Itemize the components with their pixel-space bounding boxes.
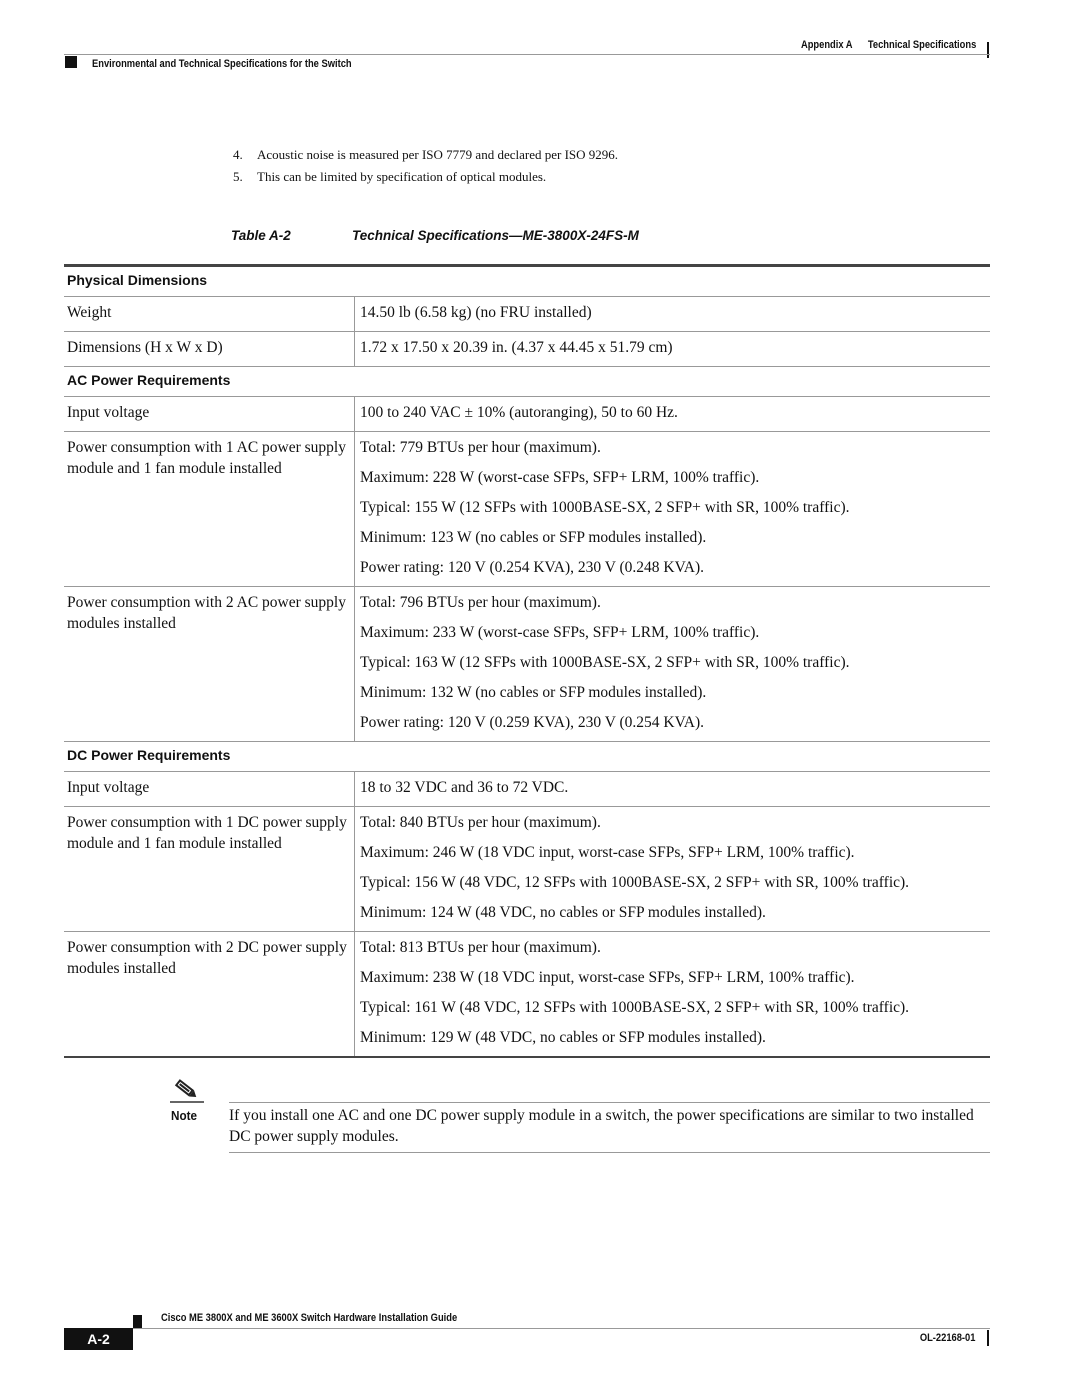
row-value-cell: Total: 796 BTUs per hour (maximum). Maxim… [354,586,990,742]
section-title: AC Power Requirements [64,366,990,397]
row-value-cell: Total: 840 BTUs per hour (maximum). Maxim… [354,806,990,932]
row-value-line: Total: 779 BTUs per hour (maximum). [360,439,601,456]
row-label: Power consumption with 2 DC power supply… [64,931,355,1058]
row-value-cell: Total: 813 BTUs per hour (maximum). Maxim… [354,931,990,1058]
running-header-chapter: Appendix A Technical Specifications [801,39,976,51]
footnote-text: This can be limited by specification of … [257,169,547,184]
chapter-title: Technical Specifications [867,39,976,51]
footnotes: 4. Acoustic noise is measured per ISO 777… [233,144,618,188]
section-title: DC Power Requirements [64,741,990,772]
table-caption: Table A-2 Technical Specifications—ME-380… [231,228,639,243]
spec-table: Physical Dimensions Weight 14.50 lb (6.58 … [64,264,990,1058]
table-number: Table A-2 [231,228,291,243]
running-header-section: Environmental and Technical Specificatio… [92,58,352,70]
note-bottom-rule [229,1152,990,1153]
table-row: Power consumption with 1 AC power supply… [64,431,990,587]
row-value-line: Minimum: 129 W (48 VDC, no cables or SFP… [360,1029,766,1046]
row-value-line: Maximum: 228 W (worst-case SFPs, SFP+ LR… [360,469,760,486]
document-number: OL-22168-01 [919,1332,975,1344]
table-row: Power consumption with 2 AC power supply… [64,586,990,742]
section-title: Physical Dimensions [64,264,990,297]
footnote: 4. Acoustic noise is measured per ISO 777… [233,144,618,166]
footer-bar-marker [987,1330,989,1346]
table-row: Power consumption with 2 DC power supply… [64,931,990,1058]
note-icon-rule [170,1101,204,1103]
row-value-line: Maximum: 246 W (18 VDC input, worst-case… [360,844,855,861]
row-value-line: Typical: 163 W (12 SFPs with 1000BASE-SX… [360,654,850,671]
table-row: Input voltage 100 to 240 VAC ± 10% (autor… [64,396,990,432]
section-header-row: DC Power Requirements [64,741,990,772]
table-row: Input voltage 18 to 32 VDC and 36 to 72 V… [64,771,990,807]
footer-rule [133,1328,990,1329]
note-top-rule [229,1102,990,1103]
page-number: A-2 [64,1328,133,1350]
row-value-line: Typical: 155 W (12 SFPs with 1000BASE-SX… [360,499,850,516]
row-value-line: 14.50 lb (6.58 kg) (no FRU installed) [360,304,592,321]
header-bar-marker [987,42,989,58]
row-value-line: Total: 840 BTUs per hour (maximum). [360,814,601,831]
table-row: Weight 14.50 lb (6.58 kg) (no FRU install… [64,296,990,332]
row-value-cell: Total: 779 BTUs per hour (maximum). Maxim… [354,431,990,587]
note-label: Note [171,1108,198,1123]
row-value-line: Minimum: 124 W (48 VDC, no cables or SFP… [360,904,766,921]
footnote-number: 4. [233,147,243,162]
table-row: Dimensions (H x W x D) 1.72 x 17.50 x 20.… [64,331,990,367]
row-label: Dimensions (H x W x D) [64,331,355,367]
row-value-line: 100 to 240 VAC ± 10% (autoranging), 50 t… [360,404,678,421]
row-value-line: Typical: 161 W (48 VDC, 12 SFPs with 100… [360,999,910,1016]
row-label: Input voltage [64,396,355,432]
pencil-icon [174,1079,197,1098]
section-header-row: Physical Dimensions [64,264,990,297]
table-title: Technical Specifications—ME-3800X-24FS-M [352,228,639,243]
row-label: Power consumption with 1 AC power supply… [64,431,355,587]
row-label: Power consumption with 1 DC power supply… [64,806,355,932]
row-label: Input voltage [64,771,355,807]
row-label: Weight [64,296,355,332]
row-label: Power consumption with 2 AC power supply… [64,586,355,742]
appendix-label: Appendix A [800,39,853,51]
row-value-cell: 100 to 240 VAC ± 10% (autoranging), 50 t… [354,396,990,432]
section-header-row: AC Power Requirements [64,366,990,397]
row-value-line: Maximum: 238 W (18 VDC input, worst-case… [360,969,855,986]
row-value-line: Minimum: 132 W (no cables or SFP modules… [360,684,707,701]
row-value-line: 1.72 x 17.50 x 20.39 in. (4.37 x 44.45 x… [360,339,673,356]
row-value-line: Power rating: 120 V (0.259 KVA), 230 V (… [360,714,705,731]
footnote-text: Acoustic noise is measured per ISO 7779 … [257,147,619,162]
footer-book-title: Cisco ME 3800X and ME 3600X Switch Hardw… [161,1312,458,1324]
row-value-cell: 18 to 32 VDC and 36 to 72 VDC. [354,771,990,807]
note-text: If you install one AC and one DC power s… [229,1107,974,1145]
row-value-line: Total: 813 BTUs per hour (maximum). [360,939,601,956]
row-value-line: 18 to 32 VDC and 36 to 72 VDC. [360,779,569,796]
footnote-number: 5. [233,169,243,184]
row-value-line: Total: 796 BTUs per hour (maximum). [360,594,601,611]
row-value-line: Typical: 156 W (48 VDC, 12 SFPs with 100… [360,874,910,891]
row-value-line: Power rating: 120 V (0.254 KVA), 230 V (… [360,559,705,576]
footer-marker [133,1315,142,1329]
row-value-line: Maximum: 233 W (worst-case SFPs, SFP+ LR… [360,624,760,641]
footnote: 5. This can be limited by specification o… [233,166,618,188]
header-rule [64,54,990,55]
row-value-line: Minimum: 123 W (no cables or SFP modules… [360,529,707,546]
table-row: Power consumption with 1 DC power supply… [64,806,990,932]
section-marker-square [65,56,77,68]
row-value-cell: 14.50 lb (6.58 kg) (no FRU installed) [354,296,990,332]
row-value-cell: 1.72 x 17.50 x 20.39 in. (4.37 x 44.45 x… [354,331,990,367]
